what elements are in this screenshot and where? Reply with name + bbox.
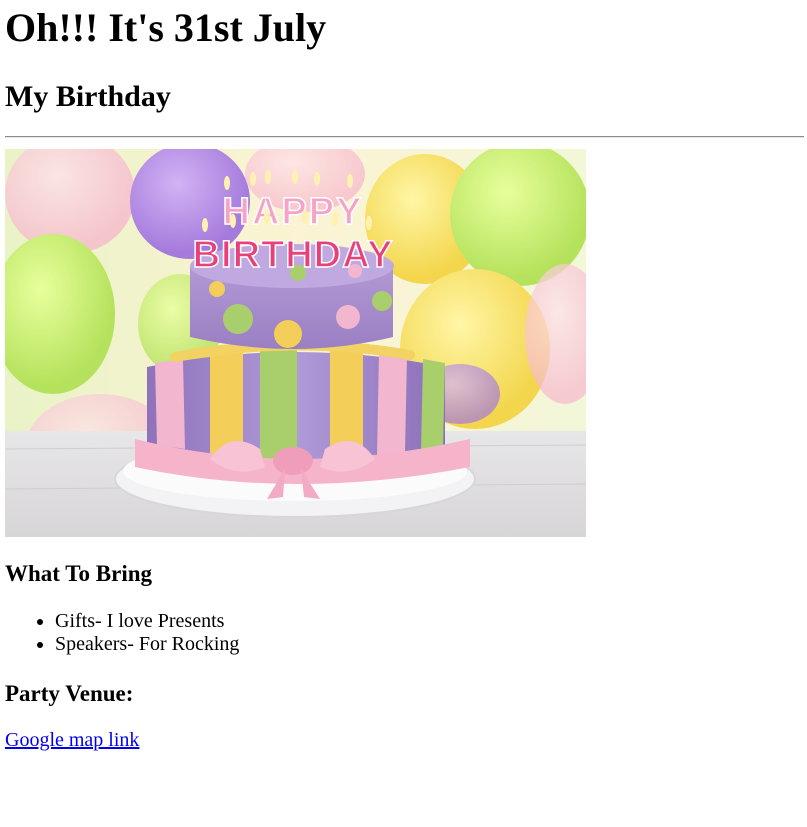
party-venue-heading: Party Venue: bbox=[5, 681, 134, 706]
list-item: Gifts- I love Presents bbox=[55, 610, 239, 633]
cake-dot bbox=[223, 304, 253, 334]
cake-dot bbox=[209, 281, 225, 297]
page-subtitle: My Birthday bbox=[5, 80, 171, 113]
cake-dot bbox=[336, 305, 360, 329]
page-title: Oh!!! It's 31st July bbox=[5, 5, 327, 50]
cake-dot bbox=[372, 291, 392, 311]
candle-letters-happy: HAPPY bbox=[223, 191, 364, 233]
bring-list: Gifts- I love Presents Speakers- For Roc… bbox=[5, 610, 239, 656]
divider bbox=[5, 136, 804, 138]
page: Oh!!! It's 31st July My Birthday bbox=[0, 0, 807, 114]
birthday-cake-image: HAPPY BIRTHDAY bbox=[5, 149, 586, 537]
cake-dot bbox=[274, 320, 302, 348]
google-map-link[interactable]: Google map link bbox=[5, 729, 139, 752]
what-to-bring-heading: What To Bring bbox=[5, 561, 152, 586]
candle-letters-birthday: BIRTHDAY bbox=[193, 234, 394, 276]
list-item: Speakers- For Rocking bbox=[55, 633, 239, 656]
